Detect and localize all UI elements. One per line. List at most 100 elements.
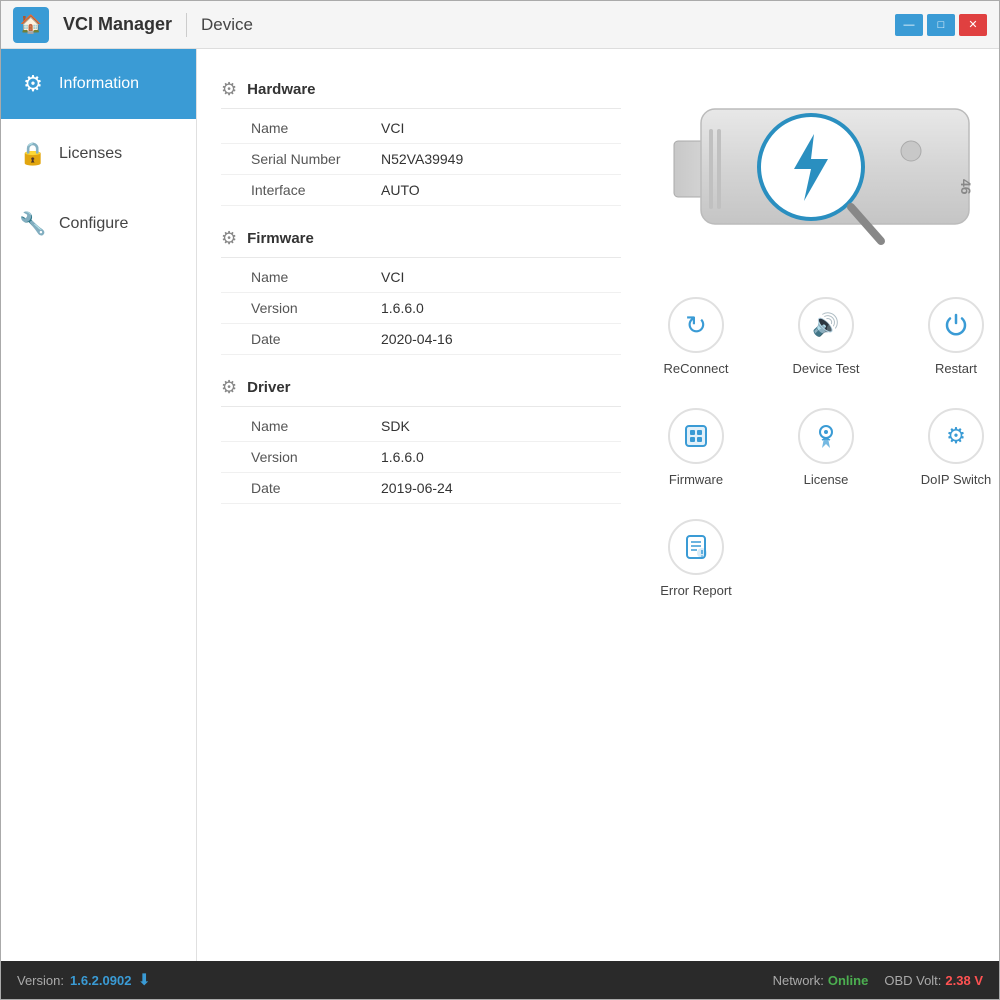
firmware-date-key: Date [251, 331, 381, 347]
right-panel: 46 [641, 69, 999, 941]
firmware-section-header: ⚙ Firmware [221, 218, 621, 258]
maximize-button[interactable]: □ [927, 14, 955, 36]
doip-switch-label: DoIP Switch [921, 472, 992, 487]
window-controls: — □ ✕ [895, 14, 987, 36]
info-panel: ⚙ Hardware Name VCI Serial Number N52VA3… [221, 69, 621, 941]
network-label: Network: [773, 973, 824, 988]
firmware-icon-svg [682, 422, 710, 450]
network-status: Network: Online [773, 973, 869, 988]
firmware-button[interactable]: Firmware [641, 400, 751, 495]
error-report-icon-svg [682, 533, 710, 561]
titlebar-left: 🏠 VCI Manager Device [13, 7, 253, 43]
firmware-name-value: VCI [381, 269, 404, 285]
hardware-name-value: VCI [381, 120, 404, 136]
firmware-title: Firmware [247, 230, 314, 247]
statusbar: Version: 1.6.2.0902 ⬇ Network: Online OB… [1, 961, 999, 999]
driver-date-value: 2019-06-24 [381, 480, 453, 496]
section-title: Device [201, 15, 253, 35]
hardware-name-row: Name VCI [221, 113, 621, 144]
device-test-label: Device Test [793, 361, 860, 376]
titlebar-divider [186, 13, 187, 37]
update-icon[interactable]: ⬇ [137, 970, 150, 990]
titlebar: 🏠 VCI Manager Device — □ ✕ [1, 1, 999, 49]
hardware-interface-key: Interface [251, 182, 381, 198]
main-content: ⚙ Information 🔒 Licenses 🔧 Configure ⚙ H… [1, 49, 999, 961]
reconnect-button[interactable]: ↻ ReConnect [641, 289, 751, 384]
firmware-date-value: 2020-04-16 [381, 331, 453, 347]
reconnect-label: ReConnect [663, 361, 728, 376]
network-value: Online [828, 973, 868, 988]
status-left: Version: 1.6.2.0902 ⬇ [17, 970, 151, 990]
firmware-version-key: Version [251, 300, 381, 316]
obd-value: 2.38 V [945, 973, 983, 988]
firmware-date-row: Date 2020-04-16 [221, 324, 621, 355]
firmware-gear-icon: ⚙ [221, 228, 237, 249]
hardware-name-key: Name [251, 120, 381, 136]
svg-text:46: 46 [958, 179, 974, 195]
sidebar-label-licenses: Licenses [59, 145, 122, 163]
status-right: Network: Online OBD Volt: 2.38 V [773, 973, 983, 988]
home-icon[interactable]: 🏠 [13, 7, 49, 43]
driver-version-value: 1.6.6.0 [381, 449, 424, 465]
doip-switch-icon: ⚙ [928, 408, 984, 464]
content-area: ⚙ Hardware Name VCI Serial Number N52VA3… [197, 49, 999, 961]
sidebar-label-information: Information [59, 75, 139, 93]
version-value: 1.6.2.0902 [70, 973, 131, 988]
driver-name-key: Name [251, 418, 381, 434]
hardware-serial-key: Serial Number [251, 151, 381, 167]
information-icon: ⚙ [19, 71, 47, 97]
lock-icon: 🔒 [19, 141, 47, 167]
actions-grid: ↻ ReConnect 🔊 Device Test [641, 289, 999, 606]
firmware-label: Firmware [669, 472, 723, 487]
sidebar-item-licenses[interactable]: 🔒 Licenses [1, 119, 196, 189]
firmware-name-key: Name [251, 269, 381, 285]
reconnect-icon: ↻ [668, 297, 724, 353]
power-icon-svg [943, 312, 969, 338]
sidebar-item-information[interactable]: ⚙ Information [1, 49, 196, 119]
hardware-section-header: ⚙ Hardware [221, 69, 621, 109]
app-title: VCI Manager [63, 14, 172, 35]
device-image: 46 [666, 79, 986, 259]
sidebar: ⚙ Information 🔒 Licenses 🔧 Configure [1, 49, 197, 961]
hardware-interface-row: Interface AUTO [221, 175, 621, 206]
error-report-label: Error Report [660, 583, 732, 598]
minimize-button[interactable]: — [895, 14, 923, 36]
restart-icon [928, 297, 984, 353]
driver-name-value: SDK [381, 418, 410, 434]
driver-section-header: ⚙ Driver [221, 367, 621, 407]
hardware-interface-value: AUTO [381, 182, 420, 198]
driver-date-key: Date [251, 480, 381, 496]
firmware-version-row: Version 1.6.6.0 [221, 293, 621, 324]
firmware-icon [668, 408, 724, 464]
sidebar-label-configure: Configure [59, 215, 128, 233]
obd-label: OBD Volt: [884, 973, 941, 988]
license-icon [798, 408, 854, 464]
error-report-icon [668, 519, 724, 575]
license-button[interactable]: License [771, 400, 881, 495]
firmware-version-value: 1.6.6.0 [381, 300, 424, 316]
hardware-serial-value: N52VA39949 [381, 151, 463, 167]
license-icon-svg [812, 422, 840, 450]
driver-gear-icon: ⚙ [221, 377, 237, 398]
license-label: License [804, 472, 849, 487]
driver-version-key: Version [251, 449, 381, 465]
version-label: Version: [17, 973, 64, 988]
hardware-gear-icon: ⚙ [221, 79, 237, 100]
doip-switch-button[interactable]: ⚙ DoIP Switch [901, 400, 999, 495]
restart-label: Restart [935, 361, 977, 376]
obd-status: OBD Volt: 2.38 V [884, 973, 983, 988]
driver-title: Driver [247, 379, 290, 396]
hardware-serial-row: Serial Number N52VA39949 [221, 144, 621, 175]
sidebar-item-configure[interactable]: 🔧 Configure [1, 189, 196, 259]
configure-icon: 🔧 [19, 211, 47, 237]
driver-version-row: Version 1.6.6.0 [221, 442, 621, 473]
firmware-name-row: Name VCI [221, 262, 621, 293]
device-svg: 46 [666, 79, 986, 259]
driver-date-row: Date 2019-06-24 [221, 473, 621, 504]
main-window: 🏠 VCI Manager Device — □ ✕ ⚙ Information… [0, 0, 1000, 1000]
hardware-title: Hardware [247, 81, 315, 98]
restart-button[interactable]: Restart [901, 289, 999, 384]
error-report-button[interactable]: Error Report [641, 511, 751, 606]
device-test-button[interactable]: 🔊 Device Test [771, 289, 881, 384]
close-button[interactable]: ✕ [959, 14, 987, 36]
